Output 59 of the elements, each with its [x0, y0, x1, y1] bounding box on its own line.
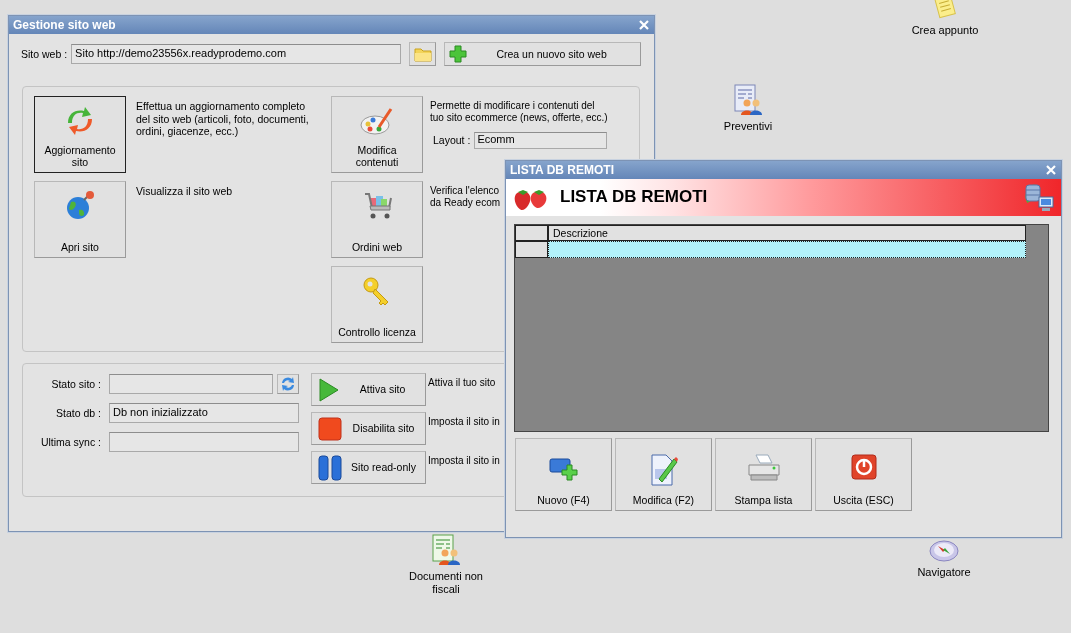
field-label: Layout : [433, 134, 471, 147]
tile-button[interactable]: Aggiornamento sito [34, 96, 126, 173]
tile-button[interactable]: Ordini web [331, 181, 423, 258]
field-label: Stato db : [55, 406, 101, 420]
window-title: Gestione sito web [13, 17, 116, 33]
description-text: Attiva il tuo sito [428, 377, 496, 389]
state-button[interactable]: Sito read-only [311, 451, 426, 484]
report-people-icon[interactable] [732, 84, 764, 116]
create-site-button[interactable]: Crea un nuovo sito web [444, 42, 642, 66]
description-text: Effettua un aggiornamento completo del sito web (articoli, foto, documenti, ordini, giacenze, ecc.) [136, 99, 310, 138]
desktop-icon-label[interactable]: Preventivi [723, 120, 773, 134]
description-text: Imposta il sito in [428, 455, 500, 467]
stop-icon [318, 416, 342, 441]
description-text: Permette di modificare i contenuti del tuo sito ecommerce (news, offerte, ecc.) [430, 99, 609, 124]
pause-icon [318, 454, 342, 481]
close-icon [638, 19, 650, 31]
folder-icon [413, 46, 432, 62]
site-field[interactable]: Sito http://demo23556x.readyprodemo.com [71, 44, 402, 64]
toolbar-button[interactable]: Nuovo (F4) [515, 438, 612, 511]
plus-icon [449, 45, 468, 63]
row-selector[interactable] [515, 241, 548, 258]
close-button[interactable] [638, 19, 650, 31]
status-field: Db non inizializzato [109, 403, 299, 423]
toolbar-button[interactable]: Stampa lista [715, 438, 812, 511]
header-title: LISTA DB REMOTI [560, 187, 709, 208]
close-icon [1045, 164, 1057, 176]
description-text: Visualizza il sito web [136, 184, 234, 198]
printer-icon [745, 453, 782, 483]
report-people-icon[interactable] [430, 534, 462, 566]
layout-field[interactable]: Ecomm [474, 132, 608, 149]
row-header [515, 225, 548, 241]
refresh-icon [279, 375, 297, 393]
folder-button[interactable] [409, 42, 437, 66]
power-icon [849, 453, 878, 481]
refresh-button[interactable] [277, 374, 299, 394]
document-pencil-icon [648, 453, 679, 487]
globe-icon [64, 190, 96, 222]
play-icon [318, 376, 340, 403]
field-label: Stato sito : [50, 377, 101, 391]
field-label: Ultima sync : [39, 435, 101, 449]
close-button[interactable] [1045, 164, 1057, 176]
description-text: Verifica l'elenco da Ready ecom [430, 184, 501, 209]
state-button[interactable]: Attiva sito [311, 373, 426, 406]
tile-button[interactable]: Modifica contenuti [331, 96, 423, 173]
tile-button[interactable]: Controllo licenza [331, 266, 423, 343]
description-text: Imposta il sito in [428, 416, 500, 428]
desktop-icon-label[interactable]: Documenti non fiscali [401, 570, 491, 597]
desktop-icon-label[interactable]: Navigatore [917, 566, 971, 580]
state-button[interactable]: Disabilita sito [311, 412, 426, 445]
column-header: Descrizione [548, 225, 1026, 241]
desktop-icon-label[interactable]: Crea appunto [911, 24, 979, 38]
toolbar-button[interactable]: Uscita (ESC) [815, 438, 912, 511]
tile-button[interactable]: Apri sito [34, 181, 126, 258]
database-computer-icon [1023, 181, 1055, 214]
window-title: LISTA DB REMOTI [510, 162, 614, 178]
compass-icon[interactable] [928, 538, 960, 562]
toolbar-button[interactable]: Modifica (F2) [615, 438, 712, 511]
field-label: Sito web : [21, 47, 68, 61]
table-row[interactable] [548, 241, 1026, 258]
